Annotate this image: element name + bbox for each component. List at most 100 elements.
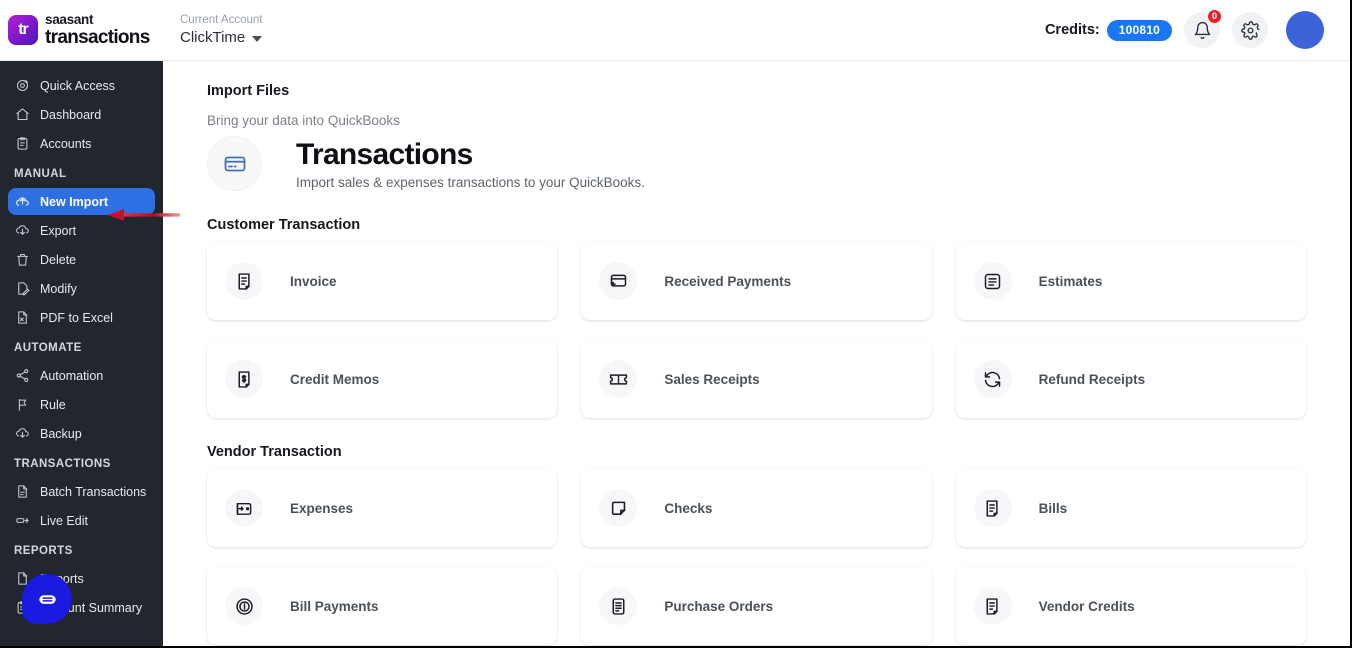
cloud-download-icon bbox=[14, 426, 30, 442]
chevron-down-icon[interactable] bbox=[252, 35, 263, 42]
avatar[interactable] bbox=[1286, 11, 1324, 49]
tile-vendor-credits[interactable]: Vendor Credits bbox=[955, 567, 1306, 645]
sidebar-group-label-automate: AUTOMATE bbox=[14, 342, 82, 354]
notifications-button[interactable]: 0 bbox=[1184, 9, 1222, 48]
brand-name-top: saasant bbox=[45, 12, 94, 28]
brand-name-bottom: transactions bbox=[45, 26, 150, 48]
live-edit-icon bbox=[14, 513, 30, 529]
brand-text: saasant transactions bbox=[45, 13, 150, 47]
credit-card-icon bbox=[224, 156, 245, 171]
tile-bills[interactable]: Bills bbox=[955, 469, 1306, 547]
card-payment-icon bbox=[599, 262, 638, 300]
credits-value-pill[interactable]: 100810 bbox=[1106, 19, 1172, 41]
tile-label: Sales Receipts bbox=[664, 371, 760, 387]
tile-label: Bill Payments bbox=[290, 598, 379, 614]
sidebar-group-label-reports: REPORTS bbox=[14, 545, 73, 557]
main-content: Import Files Bring your data into QuickB… bbox=[163, 61, 1350, 646]
tile-label: Vendor Credits bbox=[1038, 598, 1135, 614]
cloud-download-icon bbox=[14, 223, 30, 239]
hero-block: Transactions Import sales & expenses tra… bbox=[207, 136, 1306, 191]
app-window: tr saasant transactions Current Account … bbox=[0, 0, 1352, 648]
ticket-icon bbox=[599, 360, 638, 398]
sidebar-item-backup[interactable]: Backup bbox=[8, 420, 155, 447]
cloud-upload-icon bbox=[14, 194, 30, 210]
tile-checks[interactable]: Checks bbox=[581, 469, 932, 547]
sidebar-group-transactions: Batch Transactions Live Edit bbox=[0, 478, 163, 534]
tile-expenses[interactable]: Expenses bbox=[207, 469, 558, 547]
section-title-customer: Customer Transaction bbox=[207, 217, 361, 233]
rule-flag-icon bbox=[14, 397, 30, 413]
credits-label: Credits: bbox=[1044, 22, 1100, 38]
home-icon bbox=[14, 107, 30, 123]
sidebar-item-label: Dashboard bbox=[40, 107, 102, 122]
sidebar-item-label: New Import bbox=[40, 194, 109, 209]
share-nodes-icon bbox=[14, 368, 30, 384]
tile-label: Invoice bbox=[290, 273, 337, 289]
target-icon bbox=[14, 78, 30, 94]
logo-text: tr bbox=[18, 21, 29, 38]
sidebar-item-label: Export bbox=[40, 223, 77, 238]
top-bar-right: Credits: 100810 0 bbox=[1044, 9, 1350, 49]
file-pdf-icon bbox=[14, 310, 30, 326]
sidebar-group-main: Quick Access Dashboard Accounts bbox=[0, 72, 163, 157]
sidebar-item-label: Quick Access bbox=[40, 78, 116, 93]
tile-invoice[interactable]: Invoice bbox=[207, 242, 558, 320]
bell-icon bbox=[1194, 21, 1210, 39]
sidebar-item-label: Automation bbox=[40, 368, 104, 383]
hero-subtitle: Import sales & expenses transactions to … bbox=[296, 174, 645, 190]
sidebar-item-automation[interactable]: Automation bbox=[8, 362, 155, 389]
sidebar-item-label: Rule bbox=[40, 397, 66, 412]
sidebar-item-label: Backup bbox=[40, 426, 82, 441]
tile-label: Bills bbox=[1038, 500, 1068, 516]
tile-label: Checks bbox=[664, 500, 713, 516]
sidebar-item-label: Accounts bbox=[40, 136, 92, 151]
top-bar: tr saasant transactions Current Account … bbox=[0, 0, 1350, 61]
left-arrow-annotation-icon bbox=[107, 209, 180, 221]
settings-button[interactable] bbox=[1232, 12, 1268, 48]
sidebar-item-accounts[interactable]: Accounts bbox=[8, 130, 155, 157]
brand-logo[interactable]: tr saasant transactions bbox=[0, 0, 163, 60]
hero-icon-circle bbox=[207, 136, 262, 191]
sidebar-item-pdf-to-excel[interactable]: PDF to Excel bbox=[8, 304, 155, 331]
refresh-icon bbox=[973, 360, 1012, 398]
tile-label: Received Payments bbox=[664, 273, 792, 289]
section-title-vendor: Vendor Transaction bbox=[207, 444, 342, 460]
sidebar-item-dashboard[interactable]: Dashboard bbox=[8, 101, 155, 128]
notification-badge: 0 bbox=[1207, 9, 1222, 24]
sidebar-item-rule[interactable]: Rule bbox=[8, 391, 155, 418]
tile-label: Expenses bbox=[290, 500, 354, 516]
sidebar-item-batch-transactions[interactable]: Batch Transactions bbox=[8, 478, 155, 505]
file-edit-icon bbox=[14, 281, 30, 297]
current-account-row[interactable]: ClickTime bbox=[180, 29, 263, 46]
credits-display: Credits: 100810 bbox=[1044, 19, 1172, 41]
tile-label: Credit Memos bbox=[290, 371, 380, 387]
tile-received-payments[interactable]: Received Payments bbox=[581, 242, 932, 320]
tile-purchase-orders[interactable]: Purchase Orders bbox=[581, 567, 932, 645]
sidebar-item-label: PDF to Excel bbox=[40, 310, 113, 325]
invoice-icon bbox=[973, 489, 1012, 527]
sidebar-item-quick-access[interactable]: Quick Access bbox=[8, 72, 155, 99]
sidebar-item-modify[interactable]: Modify bbox=[8, 275, 155, 302]
tile-estimates[interactable]: Estimates bbox=[955, 242, 1306, 320]
tile-label: Purchase Orders bbox=[664, 598, 774, 614]
hero-text: Transactions Import sales & expenses tra… bbox=[296, 138, 645, 190]
tile-sales-receipts[interactable]: Sales Receipts bbox=[581, 340, 932, 418]
sidebar-group-label-manual: MANUAL bbox=[14, 168, 67, 180]
sidebar-group-label-transactions: TRANSACTIONS bbox=[14, 458, 111, 470]
document-icon bbox=[14, 484, 30, 500]
wallet-icon bbox=[225, 489, 263, 527]
tile-bill-payments[interactable]: Bill Payments bbox=[207, 567, 558, 645]
annotation-arrow bbox=[104, 205, 184, 232]
current-account-selector[interactable]: Current Account ClickTime bbox=[180, 14, 262, 46]
tile-refund-receipts[interactable]: Refund Receipts bbox=[955, 340, 1306, 418]
sidebar-item-delete[interactable]: Delete bbox=[8, 246, 155, 273]
tile-label: Estimates bbox=[1038, 273, 1103, 289]
tile-credit-memos[interactable]: Credit Memos bbox=[207, 340, 558, 418]
page-subtitle: Bring your data into QuickBooks bbox=[207, 113, 400, 128]
sidebar: Quick Access Dashboard Accounts MANUAL N… bbox=[0, 61, 163, 646]
chat-support-button[interactable] bbox=[22, 574, 72, 624]
current-account-label: Current Account bbox=[180, 13, 263, 26]
vendor-transaction-grid: Expenses Checks Bills Bill Payments Purc… bbox=[207, 469, 1306, 645]
document-lines-icon bbox=[973, 262, 1012, 300]
sidebar-item-live-edit[interactable]: Live Edit bbox=[8, 507, 155, 534]
